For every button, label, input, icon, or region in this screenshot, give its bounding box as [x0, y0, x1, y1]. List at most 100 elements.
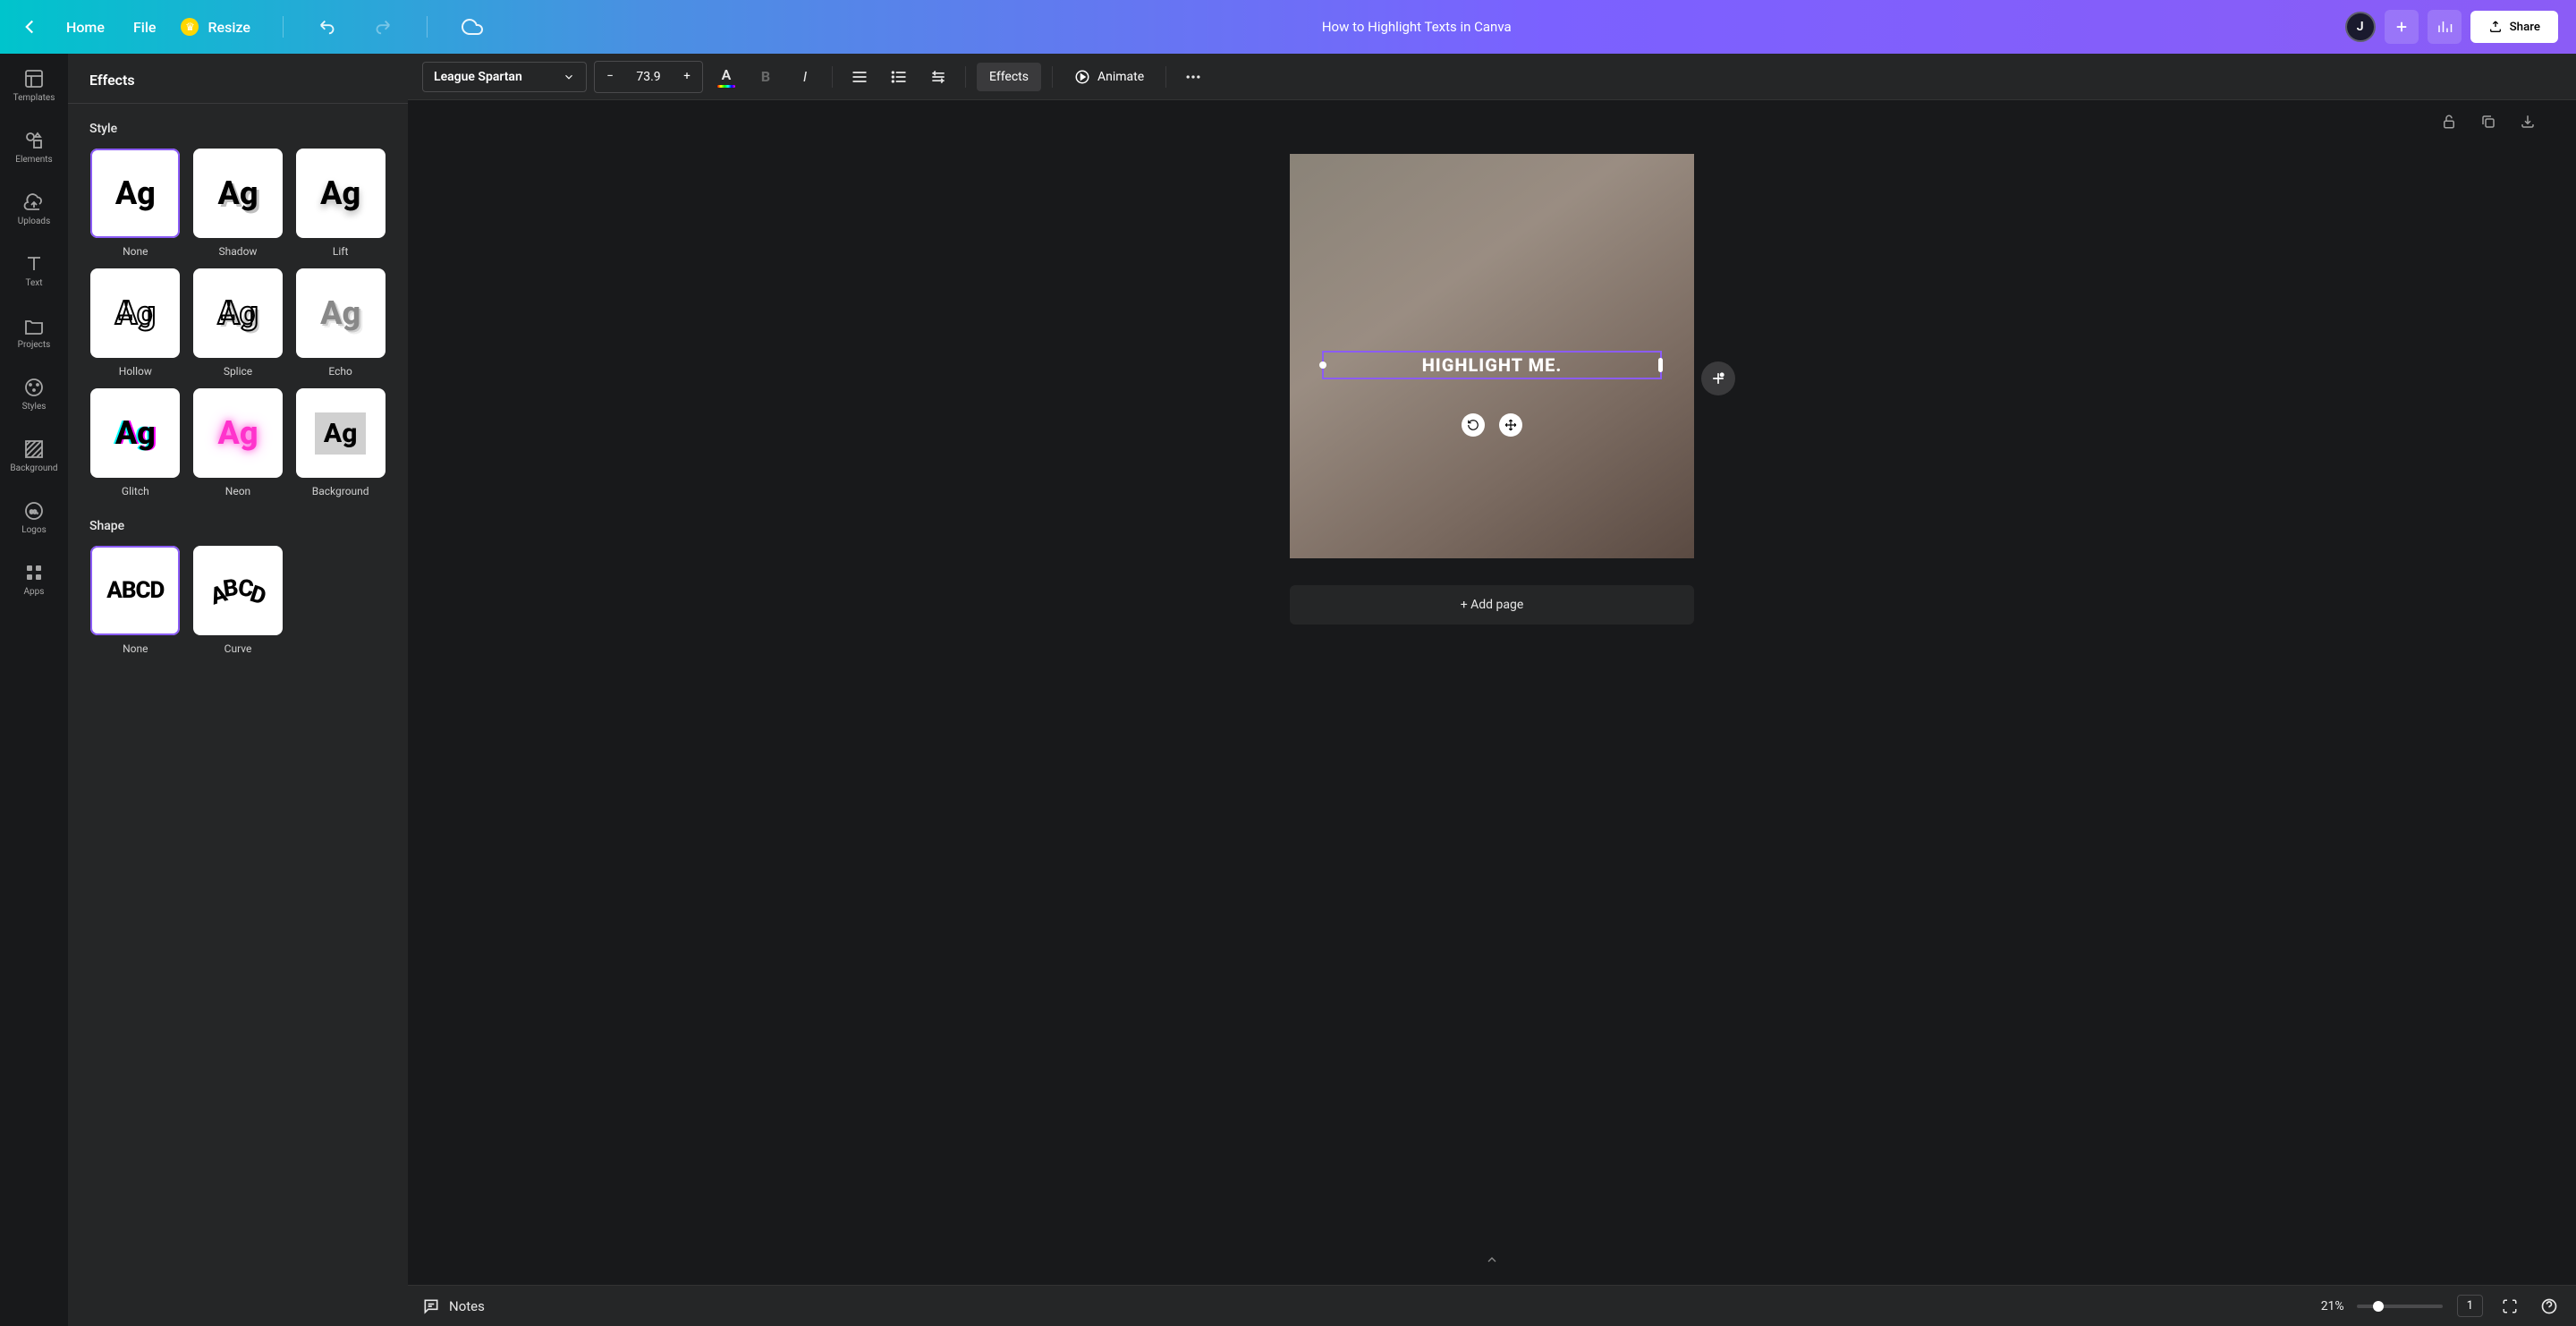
add-page-button[interactable]: + Add page: [1290, 585, 1694, 625]
text-content[interactable]: HIGHLIGHT ME.: [1331, 354, 1653, 376]
effect-label: Neon: [225, 485, 250, 497]
effects-panel: Effects Style Ag None Ag Shadow Ag Lift …: [68, 54, 408, 1326]
rail-label: Elements: [15, 155, 52, 165]
shape-heading: Shape: [89, 519, 386, 533]
export-button[interactable]: [2515, 109, 2540, 134]
text-color-icon: A: [722, 66, 732, 83]
rail-label: Projects: [18, 340, 51, 350]
notes-icon: [422, 1297, 440, 1315]
spacing-button[interactable]: [922, 61, 954, 93]
italic-button[interactable]: I: [789, 61, 821, 93]
effect-background[interactable]: Ag Background: [294, 388, 386, 497]
collapse-button[interactable]: [1485, 1253, 1499, 1271]
resize-handle-right[interactable]: [1658, 358, 1663, 372]
text-toolbar: League Spartan − + A B I: [408, 54, 2576, 100]
effect-neon[interactable]: Ag Neon: [192, 388, 284, 497]
file-button[interactable]: File: [130, 12, 160, 43]
duplicate-button[interactable]: [2476, 109, 2501, 134]
home-button[interactable]: Home: [63, 12, 108, 43]
divider: [1165, 66, 1166, 88]
shape-label: Curve: [225, 642, 252, 655]
font-select[interactable]: League Spartan: [422, 62, 587, 92]
notes-button[interactable]: Notes: [422, 1297, 485, 1315]
shape-curve[interactable]: ABCD Curve: [192, 546, 284, 655]
move-button[interactable]: [1499, 413, 1522, 437]
effect-splice[interactable]: Ag Splice: [192, 268, 284, 378]
page-indicator[interactable]: 1: [2457, 1295, 2483, 1317]
top-bar: Home File ♛ Resize J Share: [0, 0, 2576, 54]
more-button[interactable]: [1177, 61, 1209, 93]
rail-templates[interactable]: Templates: [0, 64, 68, 106]
canvas-viewport: HIGHLIGHT ME. + Add page: [408, 100, 2576, 1285]
effect-shadow[interactable]: Ag Shadow: [192, 149, 284, 258]
redo-button[interactable]: [366, 11, 398, 43]
zoom-label[interactable]: 21%: [2321, 1299, 2344, 1313]
font-size-stepper[interactable]: − +: [594, 61, 703, 93]
left-rail: Templates Elements Uploads Text Projects…: [0, 54, 68, 1326]
rail-styles[interactable]: Styles: [0, 373, 68, 415]
style-heading: Style: [89, 122, 386, 136]
rail-projects[interactable]: Projects: [0, 311, 68, 353]
effect-label: Background: [312, 485, 369, 497]
effect-lift[interactable]: Ag Lift: [294, 149, 386, 258]
lock-button[interactable]: [2436, 109, 2462, 134]
expand-button[interactable]: [2497, 1294, 2522, 1319]
effect-label: Hollow: [119, 365, 152, 378]
chevron-down-icon: [563, 71, 575, 83]
bold-button[interactable]: B: [750, 61, 782, 93]
text-color-button[interactable]: A: [710, 61, 742, 93]
effect-label: Shadow: [219, 245, 258, 258]
effect-label: Echo: [328, 365, 352, 378]
add-element-button[interactable]: [1701, 361, 1735, 395]
size-plus-button[interactable]: +: [672, 62, 702, 92]
effects-button[interactable]: Effects: [977, 63, 1041, 91]
size-minus-button[interactable]: −: [595, 62, 625, 92]
undo-button[interactable]: [312, 11, 344, 43]
share-label: Share: [2510, 21, 2540, 34]
text-element[interactable]: HIGHLIGHT ME.: [1322, 351, 1662, 379]
rail-label: Background: [10, 463, 57, 473]
animate-button[interactable]: Animate: [1063, 62, 1155, 92]
rotate-button[interactable]: [1462, 413, 1485, 437]
rail-logos[interactable]: co. Logos: [0, 497, 68, 539]
help-button[interactable]: [2537, 1294, 2562, 1319]
cloud-sync-icon[interactable]: [456, 11, 488, 43]
effect-none[interactable]: Ag None: [89, 149, 182, 258]
list-button[interactable]: [883, 61, 915, 93]
rail-background[interactable]: Background: [0, 435, 68, 477]
animate-icon: [1074, 69, 1090, 85]
effect-hollow[interactable]: Ag Hollow: [89, 268, 182, 378]
canvas-page[interactable]: HIGHLIGHT ME.: [1290, 154, 1694, 558]
share-button[interactable]: Share: [2470, 11, 2558, 43]
divider: [1052, 66, 1053, 88]
rail-label: Templates: [13, 93, 55, 103]
shape-none[interactable]: ABCD None: [89, 546, 182, 655]
effect-label: Glitch: [122, 485, 149, 497]
canva-logo-icon[interactable]: [18, 15, 41, 38]
effect-label: Lift: [333, 245, 348, 258]
bottom-bar: Notes 21% 1: [408, 1285, 2576, 1326]
add-member-button[interactable]: [2385, 10, 2419, 44]
resize-button[interactable]: ♛ Resize: [181, 12, 253, 43]
divider: [832, 66, 833, 88]
resize-label: Resize: [204, 12, 253, 43]
animate-label: Animate: [1097, 70, 1144, 84]
rail-elements[interactable]: Elements: [0, 126, 68, 168]
insights-button[interactable]: [2428, 10, 2462, 44]
zoom-thumb[interactable]: [2373, 1301, 2384, 1312]
rail-apps[interactable]: Apps: [0, 558, 68, 600]
effect-label: Splice: [224, 365, 252, 378]
color-swatch: [717, 85, 735, 88]
document-title-input[interactable]: [1238, 19, 1596, 35]
resize-handle-left[interactable]: [1319, 361, 1326, 369]
zoom-slider[interactable]: [2357, 1305, 2443, 1308]
divider: [965, 66, 966, 88]
align-button[interactable]: [843, 61, 876, 93]
effect-echo[interactable]: Ag Echo: [294, 268, 386, 378]
avatar[interactable]: J: [2345, 12, 2376, 42]
crown-icon: ♛: [181, 18, 199, 36]
rail-text[interactable]: Text: [0, 250, 68, 292]
size-input[interactable]: [625, 62, 672, 92]
effect-glitch[interactable]: Ag Glitch: [89, 388, 182, 497]
rail-uploads[interactable]: Uploads: [0, 188, 68, 230]
